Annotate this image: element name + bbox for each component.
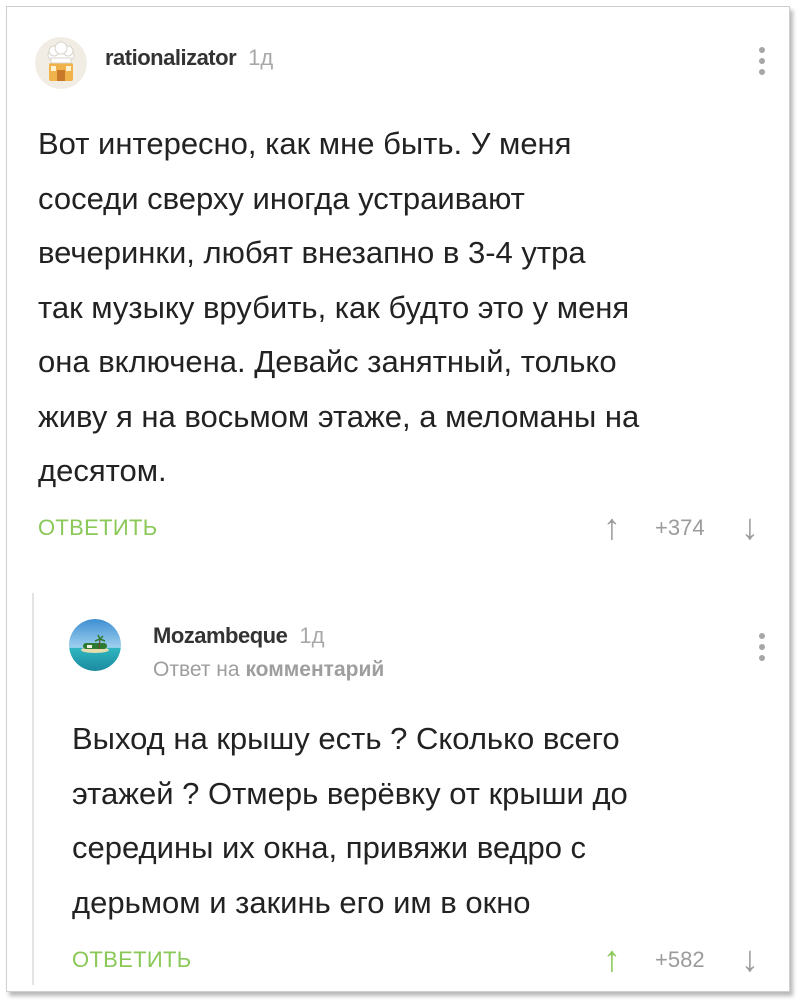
comment-line: Выход на крышу есть ? Сколько всего <box>72 721 620 756</box>
downvote-arrow-icon[interactable]: ↓ <box>741 509 759 545</box>
reply-button[interactable]: ОТВЕТИТЬ <box>72 947 191 973</box>
username[interactable]: Mozambeque <box>153 623 288 648</box>
comment-age: 1д <box>248 45 274 70</box>
upvote-arrow-icon[interactable]: ↑ <box>603 941 621 977</box>
comment-score: +582 <box>655 947 705 972</box>
comment-line: она включена. Девайс занятный, только <box>38 344 617 379</box>
reply-to-line: Ответ на комментарий <box>153 658 384 682</box>
comment-line: этажей ? Отмерь верёвку от крыши до <box>72 775 628 811</box>
comment-line: так музыку врубить, как будто это у меня <box>38 289 630 325</box>
comment-age: 1д <box>299 623 325 648</box>
more-options-icon[interactable] <box>755 633 769 667</box>
comment-line: вечеринки, любят внезапно в 3-4 утра <box>38 235 586 270</box>
more-options-icon[interactable] <box>755 47 769 81</box>
comment-line: живу я на восьмом этаже, а меломаны на <box>38 398 640 434</box>
comment-body: Вот интересно, как мне быть. У меня сосе… <box>38 117 773 499</box>
downvote-arrow-icon[interactable]: ↓ <box>741 941 759 977</box>
chef-hat-house-avatar-icon <box>35 37 87 89</box>
avatar[interactable] <box>69 619 121 671</box>
comment-line: дерьмом и закинь его им в окно <box>72 884 531 920</box>
comment-score: +374 <box>655 515 705 540</box>
thread-branch-line <box>32 593 34 985</box>
comment-header: Mozambeque 1д <box>153 623 324 649</box>
comment-line: соседи сверху иногда устраивают <box>38 180 525 216</box>
avatar[interactable] <box>35 37 87 89</box>
comment-header: rationalizator 1д <box>105 45 273 71</box>
reply-to-prefix: Ответ на <box>153 658 240 681</box>
comment-line: середины их окна, привяжи ведро с <box>72 830 587 865</box>
username[interactable]: rationalizator <box>105 45 237 70</box>
comment-body: Выход на крышу есть ? Сколько всего этаж… <box>72 712 772 930</box>
tropical-island-avatar-icon <box>69 619 121 671</box>
reply-to-link[interactable]: комментарий <box>245 658 384 681</box>
comment-thread-card: rationalizator 1д Вот интересно, как мне … <box>6 6 790 992</box>
comment-line: Вот интересно, как мне быть. У меня <box>38 126 572 161</box>
reply-button[interactable]: ОТВЕТИТЬ <box>38 515 157 541</box>
comment-line: десятом. <box>38 453 167 488</box>
upvote-arrow-icon[interactable]: ↑ <box>603 509 621 545</box>
